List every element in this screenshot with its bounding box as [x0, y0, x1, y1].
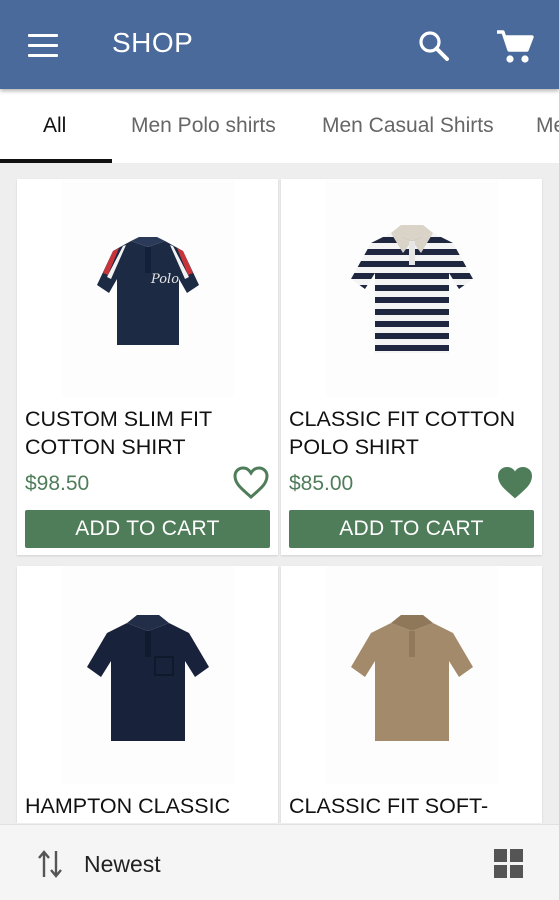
heart-outline-icon[interactable] — [232, 465, 270, 501]
svg-text:Polo: Polo — [150, 272, 179, 287]
add-to-cart-button[interactable]: ADD TO CART — [289, 510, 534, 548]
product-card[interactable]: HAMPTON CLASSIC — [17, 566, 278, 823]
app-title: SHOP — [112, 27, 194, 58]
tan-polo-image — [351, 615, 473, 741]
menu-icon[interactable] — [24, 28, 64, 64]
product-price: $85.00 — [289, 472, 354, 495]
tab-men-polo-shirts[interactable]: Men Polo shirts — [131, 89, 276, 163]
product-image[interactable] — [326, 566, 498, 784]
tab-all[interactable]: All — [43, 89, 66, 163]
sort-icon[interactable] — [36, 849, 64, 879]
navy-polo-red-stripes-image: Polo — [97, 237, 199, 345]
sort-label[interactable]: Newest — [84, 851, 161, 878]
product-name[interactable]: CLASSIC FIT SOFT- — [289, 792, 539, 820]
striped-polo-image — [351, 225, 473, 353]
add-to-cart-button[interactable]: ADD TO CART — [25, 510, 270, 548]
product-card[interactable]: CLASSIC FIT COTTON POLO SHIRT $85.00 ADD… — [281, 179, 542, 555]
category-tabs: All Men Polo shirts Men Casual Shirts Me — [0, 89, 559, 163]
tab-men-casual-shirts[interactable]: Men Casual Shirts — [322, 89, 494, 163]
product-price: $98.50 — [25, 472, 90, 495]
product-card[interactable]: CLASSIC FIT SOFT- — [281, 566, 542, 823]
product-name[interactable]: HAMPTON CLASSIC — [25, 792, 275, 820]
product-card[interactable]: Polo CUSTOM SLIM FIT COTTON SHIRT $98.50… — [17, 179, 278, 555]
product-image[interactable] — [62, 566, 234, 784]
product-name[interactable]: CLASSIC FIT COTTON POLO SHIRT — [289, 405, 539, 461]
product-image[interactable]: Polo — [62, 179, 234, 397]
cart-icon[interactable] — [492, 24, 536, 68]
navy-polo-pocket-image — [87, 615, 209, 741]
bottom-bar: Newest — [0, 824, 559, 900]
tab-more[interactable]: Me — [536, 89, 559, 163]
grid-view-icon[interactable] — [494, 849, 524, 879]
heart-filled-icon[interactable] — [496, 465, 534, 501]
product-name[interactable]: CUSTOM SLIM FIT COTTON SHIRT — [25, 405, 275, 461]
search-icon[interactable] — [414, 26, 454, 66]
product-image[interactable] — [326, 179, 498, 397]
product-grid: Polo CUSTOM SLIM FIT COTTON SHIRT $98.50… — [0, 163, 559, 823]
app-bar: SHOP — [0, 0, 559, 89]
